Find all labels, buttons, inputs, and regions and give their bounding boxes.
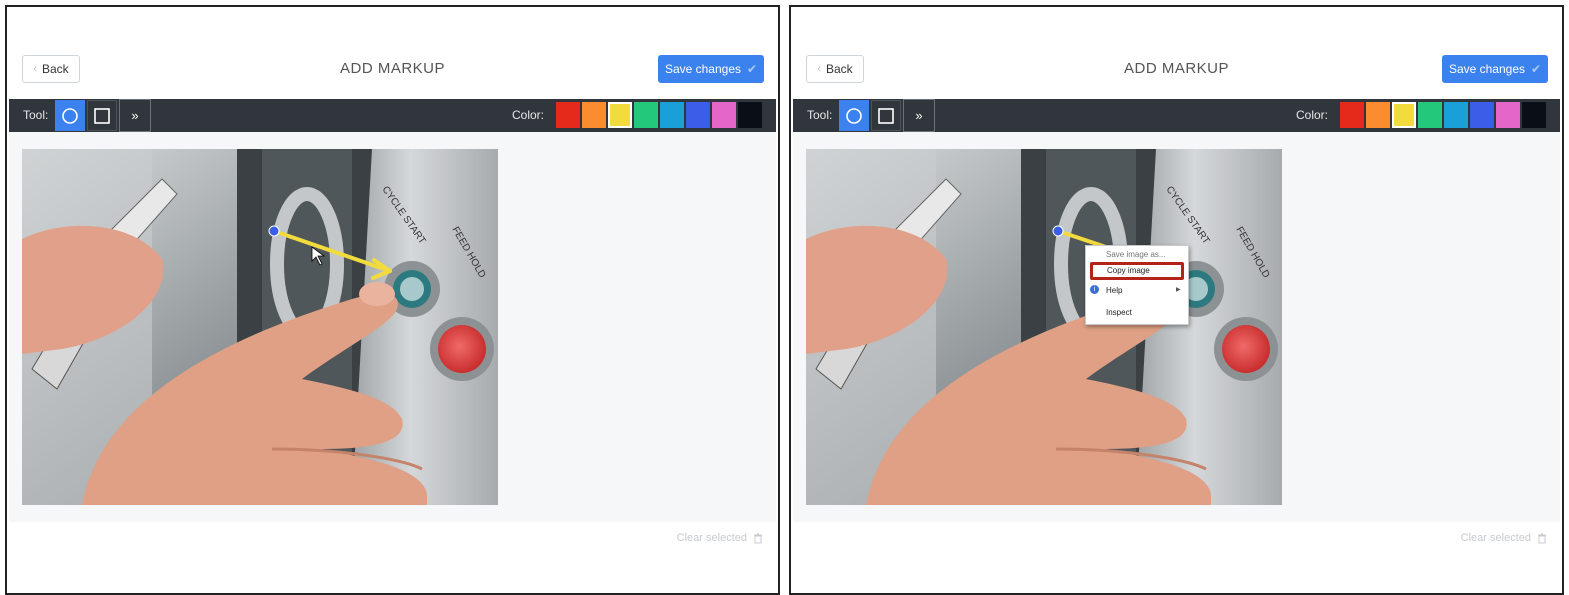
context-menu-save-image-as[interactable]: Save image as... [1106, 250, 1166, 259]
color-swatch-yellow[interactable] [608, 102, 632, 128]
rectangle-tool-icon [878, 107, 894, 124]
trash-icon [1538, 533, 1546, 543]
submenu-arrow-icon: ▶ [1176, 287, 1181, 293]
color-swatch-black[interactable] [1522, 102, 1546, 128]
check-icon: ✔ [1531, 62, 1542, 76]
markup-toolbar: Tool: » Color: [793, 99, 1560, 132]
circle-tool-button[interactable] [839, 100, 869, 131]
color-swatch-pink[interactable] [712, 102, 736, 128]
markup-toolbar: Tool: » Color: [9, 99, 776, 132]
save-changes-button[interactable]: Save changes ✔ [1442, 55, 1548, 83]
context-menu-help[interactable]: i Help [1090, 285, 1123, 295]
color-swatch-cyan[interactable] [660, 102, 684, 128]
help-circle-icon: i [1090, 285, 1099, 294]
machine-button-photo: CYCLE START FEED HOLD [22, 149, 498, 505]
markup-canvas-area: CYCLE START FEED HOLD Save image as... C… [793, 132, 1560, 522]
color-swatch-red[interactable] [556, 102, 580, 128]
color-swatch-cyan[interactable] [1444, 102, 1468, 128]
more-tools-button[interactable]: » [903, 99, 935, 132]
markup-image[interactable]: CYCLE START FEED HOLD [806, 149, 1282, 505]
context-menu: Save image as... Copy image i Help ▶ Ins… [1085, 245, 1189, 325]
color-label: Color: [1295, 108, 1328, 122]
markup-panel-left: ‹ Back ADD MARKUP Save changes ✔ Tool: »… [5, 5, 780, 595]
markup-panel-right: ‹ Back ADD MARKUP Save changes ✔ Tool: »… [789, 5, 1564, 595]
circle-tool-icon [846, 107, 862, 124]
color-swatch-green[interactable] [634, 102, 658, 128]
circle-tool-button[interactable] [55, 100, 85, 131]
markup-image[interactable]: CYCLE START FEED HOLD [22, 149, 498, 505]
circle-tool-icon [62, 107, 78, 124]
check-icon: ✔ [747, 62, 758, 76]
more-tools-button[interactable]: » [119, 99, 151, 132]
chevron-double-right-icon: » [131, 108, 139, 123]
color-label: Color: [511, 108, 544, 122]
color-swatches [1340, 102, 1546, 128]
context-menu-inspect[interactable]: Inspect [1106, 308, 1132, 317]
tool-label: Tool: [23, 108, 49, 122]
context-menu-copy-image[interactable]: Copy image [1090, 262, 1184, 280]
rectangle-tool-button[interactable] [87, 100, 117, 131]
save-label: Save changes [664, 62, 741, 76]
color-swatch-yellow[interactable] [1392, 102, 1416, 128]
clear-selected-button[interactable]: Clear selected [1461, 532, 1547, 544]
chevron-double-right-icon: » [915, 108, 923, 123]
color-swatch-orange[interactable] [582, 102, 606, 128]
clear-selected-label: Clear selected [676, 532, 747, 544]
color-swatch-red[interactable] [1340, 102, 1364, 128]
color-swatch-blue[interactable] [686, 102, 710, 128]
markup-canvas-area: CYCLE START FEED HOLD [9, 132, 776, 522]
color-swatch-black[interactable] [738, 102, 762, 128]
tool-label: Tool: [807, 108, 833, 122]
clear-selected-label: Clear selected [1460, 532, 1531, 544]
rectangle-tool-icon [94, 107, 110, 124]
color-swatch-green[interactable] [1418, 102, 1442, 128]
color-swatches [556, 102, 762, 128]
color-swatch-orange[interactable] [1366, 102, 1390, 128]
clear-selected-button[interactable]: Clear selected [677, 532, 763, 544]
machine-button-photo: CYCLE START FEED HOLD [806, 149, 1282, 505]
color-swatch-blue[interactable] [1470, 102, 1494, 128]
save-label: Save changes [1448, 62, 1525, 76]
trash-icon [754, 533, 762, 543]
context-menu-help-label: Help [1106, 286, 1123, 295]
save-changes-button[interactable]: Save changes ✔ [658, 55, 764, 83]
color-swatch-pink[interactable] [1496, 102, 1520, 128]
rectangle-tool-button[interactable] [871, 100, 901, 131]
